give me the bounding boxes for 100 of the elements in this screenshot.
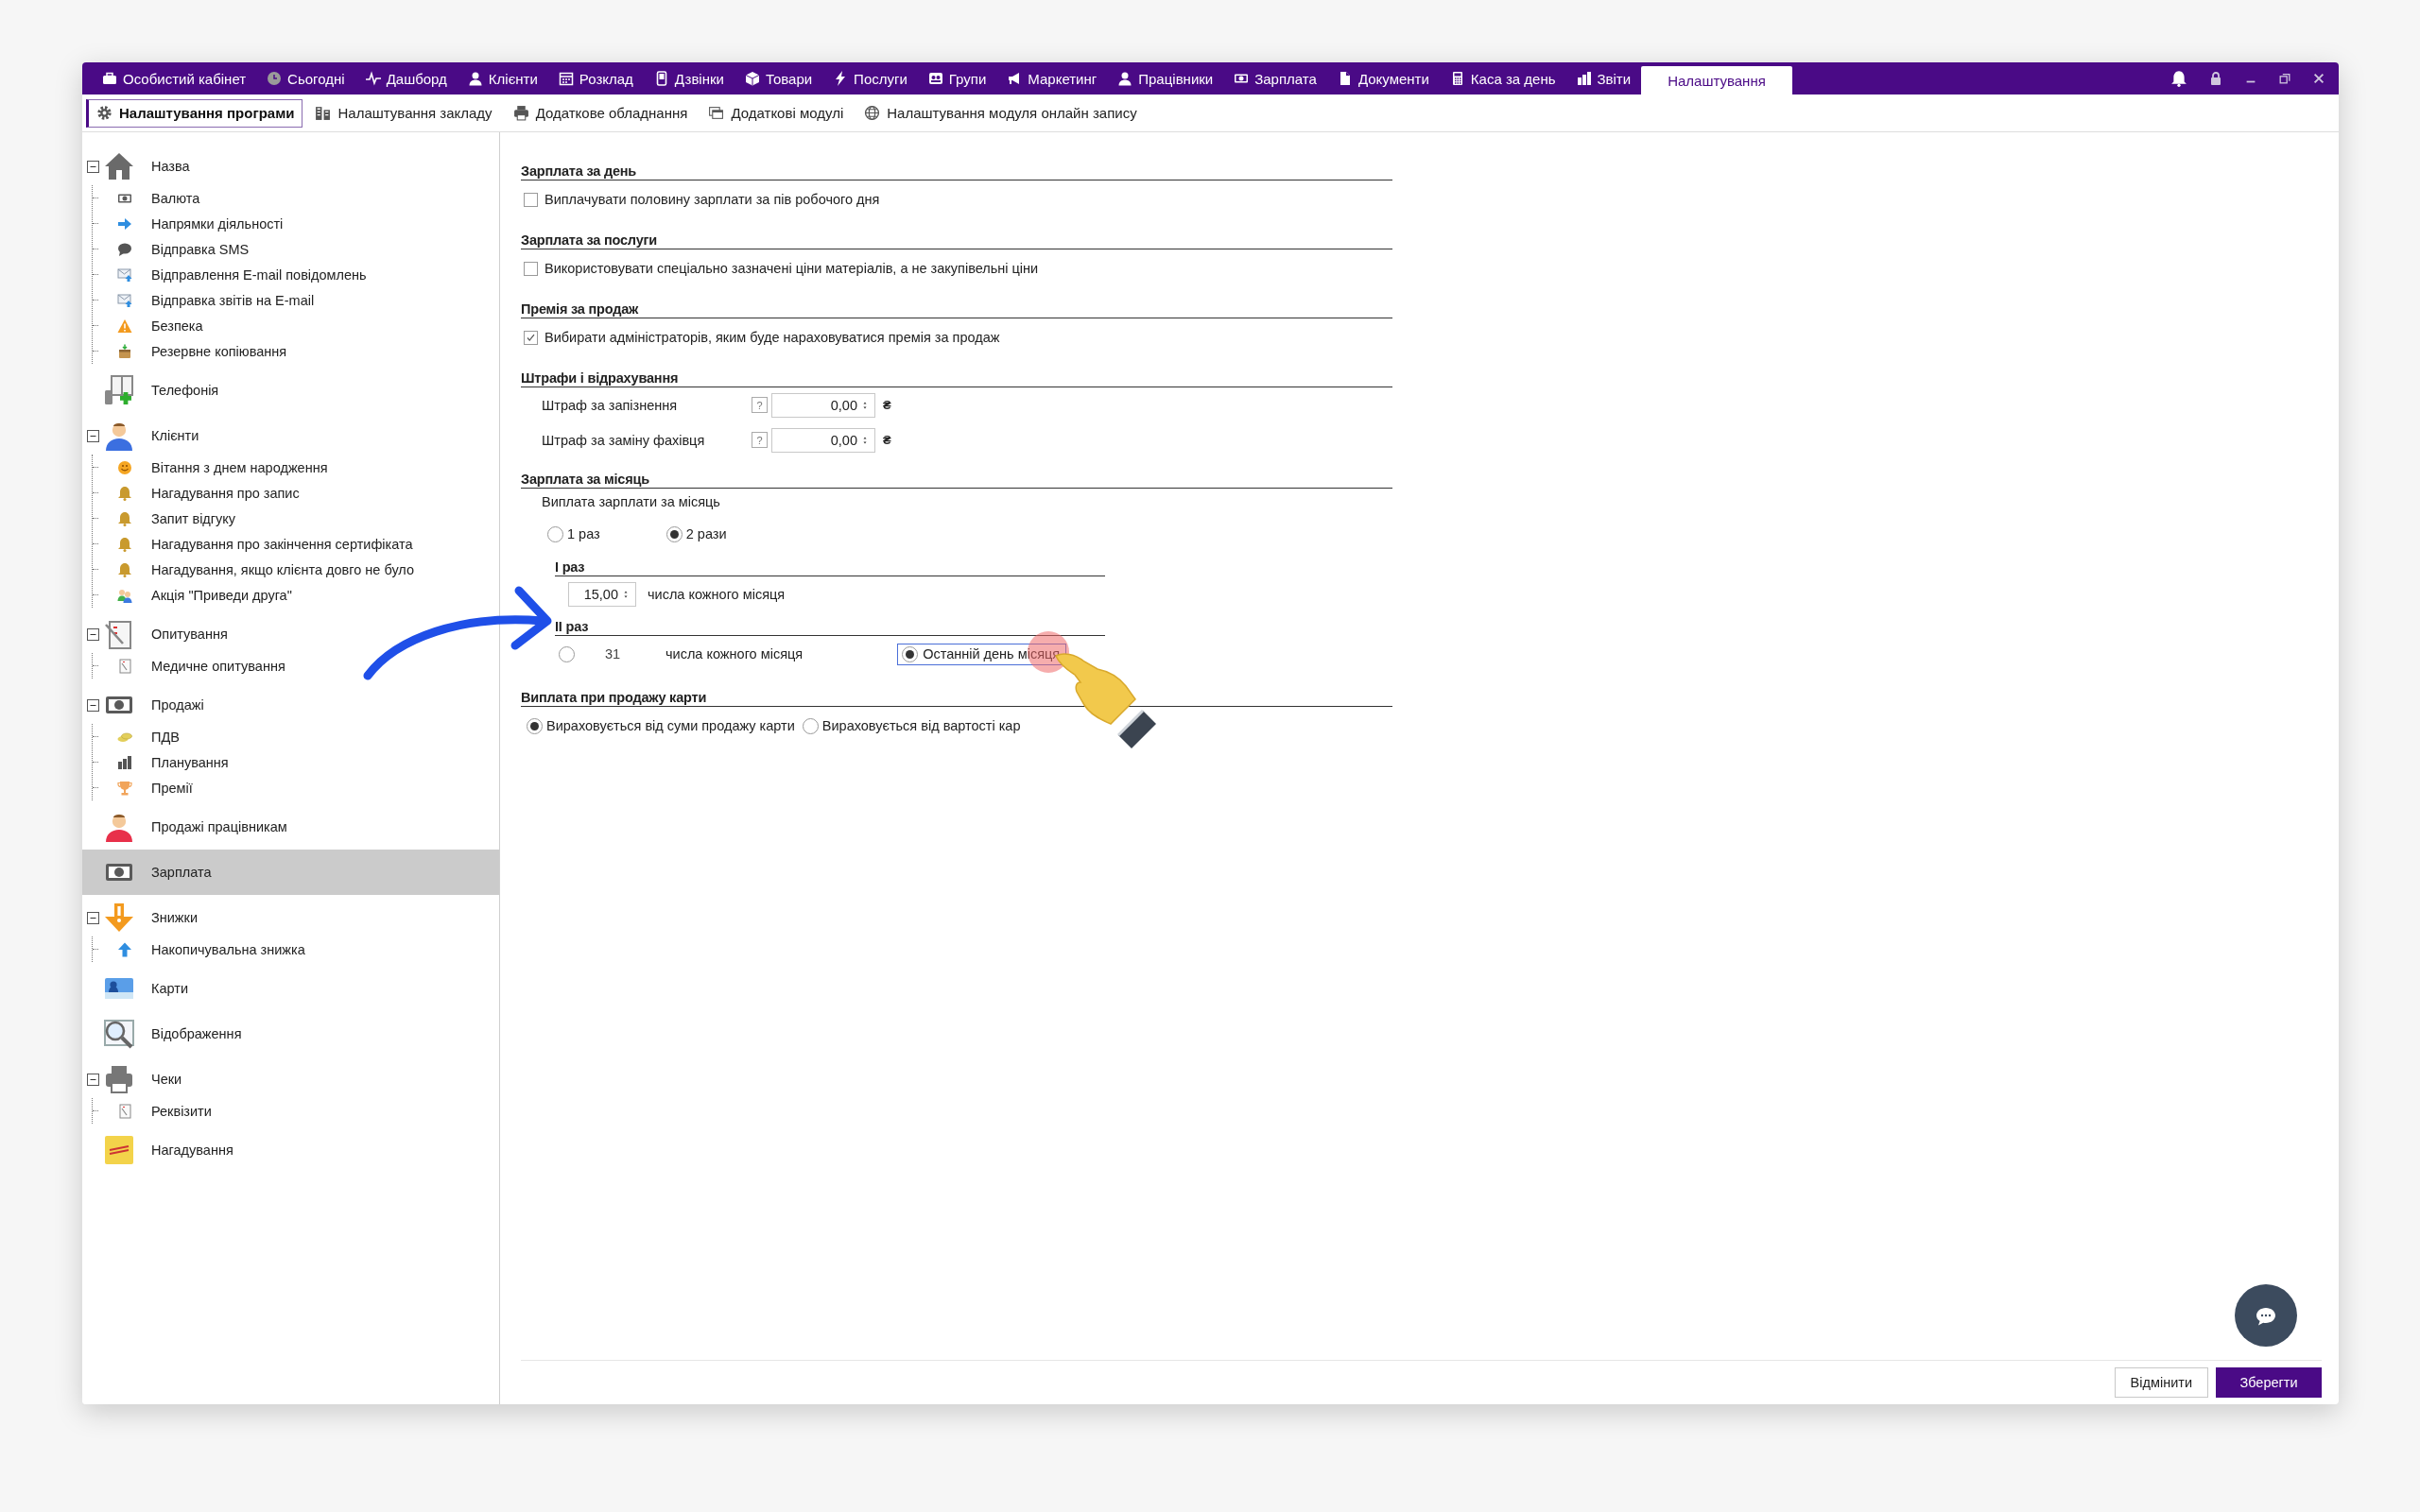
checkbox-label[interactable]: Використовувати спеціально зазначені ціни матеріалів, а не закупівельні ціни: [544, 261, 1039, 276]
radio-label[interactable]: Вираховується від суми продажу карти: [546, 718, 795, 733]
help-button[interactable]: ?: [752, 432, 768, 448]
radio-label[interactable]: 2 рази: [685, 526, 727, 541]
nav-tab[interactable]: Розклад: [547, 62, 644, 94]
tree-item[interactable]: Безпека: [93, 313, 499, 338]
nav-tab[interactable]: Каса за день: [1439, 62, 1566, 94]
tree-item[interactable]: Відправлення E-mail повідомлень: [93, 262, 499, 287]
radio-label[interactable]: Вираховується від вартості кар: [821, 718, 1021, 733]
nav-tab[interactable]: Зарплата: [1223, 62, 1327, 94]
package-icon: [117, 343, 132, 359]
checkbox-label[interactable]: Вибирати адміністраторів, яким буде нараховуватися премія за продаж: [544, 330, 1000, 345]
section-title: Виплата при продажу карти: [521, 689, 707, 706]
person-icon: [104, 421, 134, 451]
nav-tab[interactable]: Послуги: [822, 62, 918, 94]
radio-button[interactable]: [666, 525, 683, 542]
cancel-button[interactable]: Відмінити: [2114, 1367, 2208, 1398]
clock-icon: [267, 71, 283, 86]
radio-button[interactable]: [547, 525, 563, 542]
paper-icon: [117, 658, 132, 674]
radio-button[interactable]: [902, 645, 919, 662]
radio-button[interactable]: [802, 717, 819, 734]
nav-tab[interactable]: Товари: [734, 62, 823, 94]
section-title: Зарплата за послуги: [521, 232, 658, 249]
number-field[interactable]: 15,00: [568, 582, 636, 607]
tree-item[interactable]: Нагадування про запис: [93, 480, 499, 506]
building-icon: [315, 105, 332, 121]
radio-label[interactable]: 1 раз: [567, 526, 600, 541]
tree-item[interactable]: Накопичувальна знижка: [93, 936, 499, 962]
collapse-toggle[interactable]: [87, 698, 99, 712]
nav-tab[interactable]: Звіти: [1565, 62, 1642, 94]
tree-item[interactable]: Акція "Приведи друга": [93, 582, 499, 608]
nav-tab[interactable]: Клієнти: [457, 62, 548, 94]
tree-item[interactable]: Відправка SMS: [93, 236, 499, 262]
tree-item[interactable]: Телефонія: [82, 368, 499, 413]
collapse-toggle[interactable]: [87, 627, 99, 641]
settings-tab[interactable]: Налаштування програми: [86, 98, 303, 128]
nav-tab[interactable]: Групи: [917, 62, 997, 94]
tree-item[interactable]: Нагадування про закінчення сертифіката: [93, 531, 499, 557]
nav-tab[interactable]: Особистий кабінет: [92, 62, 257, 94]
nav-tab[interactable]: Сьогодні: [256, 62, 355, 94]
nav-tab[interactable]: Дашборд: [354, 62, 458, 94]
bell-icon: [117, 485, 132, 501]
collapse-toggle[interactable]: [87, 429, 99, 442]
tree-item[interactable]: Нагадування: [82, 1127, 499, 1173]
pulse-icon: [365, 71, 381, 86]
collapse-toggle[interactable]: [87, 1073, 99, 1086]
checkbox-label[interactable]: Виплачувати половину зарплати за пів робочого дня: [544, 192, 880, 207]
subsection-title: I раз: [555, 558, 585, 576]
arrow-down-icon: [104, 902, 134, 933]
tree-item[interactable]: Запит відгуку: [93, 506, 499, 531]
tree-item[interactable]: Відправка звітів на E-mail: [93, 287, 499, 313]
collapse-toggle[interactable]: [87, 160, 99, 173]
tree-item[interactable]: Продажі працівникам: [82, 804, 499, 850]
nav-tab[interactable]: Дзвінки: [643, 62, 735, 94]
tree-item[interactable]: Планування: [93, 749, 499, 775]
help-button[interactable]: ?: [752, 397, 768, 413]
tree-item[interactable]: Реквізити: [93, 1098, 499, 1124]
currency-symbol: ₴: [883, 398, 891, 412]
section-title: Зарплата за місяць: [521, 471, 649, 488]
settings-tab[interactable]: Додаткове обладнання: [504, 98, 697, 128]
number-field[interactable]: 0,00: [771, 392, 875, 418]
magnifier-icon: [104, 1019, 134, 1049]
settings-tab[interactable]: Налаштування закладу: [306, 98, 501, 128]
nav-tab[interactable]: Працівники: [1107, 62, 1224, 94]
nav-tab[interactable]: Налаштування: [1641, 66, 1792, 94]
restore-icon[interactable]: [2278, 72, 2291, 85]
gear-icon: [96, 105, 112, 121]
collapse-toggle[interactable]: [87, 911, 99, 924]
briefcase-icon: [102, 71, 117, 86]
calendar-icon: [558, 71, 574, 86]
settings-tab[interactable]: Налаштування модуля онлайн запису: [856, 98, 1146, 128]
tree-item[interactable]: Резервне копіювання: [93, 338, 499, 364]
tree-item[interactable]: Нагадування, якщо клієнта довго не було: [93, 557, 499, 582]
radio-button[interactable]: [559, 645, 575, 662]
user-icon: [1117, 71, 1133, 86]
tree-item[interactable]: Напрямки діяльності: [93, 211, 499, 236]
tree-item[interactable]: Премії: [93, 775, 499, 800]
nav-tab[interactable]: Документи: [1326, 62, 1440, 94]
lock-icon[interactable]: [2208, 71, 2223, 86]
number-field[interactable]: 0,00: [771, 427, 875, 453]
arrow-right-icon: [117, 215, 132, 232]
radio-button[interactable]: [527, 717, 543, 734]
settings-tab[interactable]: Додаткові модулі: [700, 98, 853, 128]
bell-icon: [117, 561, 132, 577]
save-button[interactable]: Зберегти: [2216, 1367, 2322, 1398]
checkbox[interactable]: [524, 261, 538, 276]
nav-tab[interactable]: Маркетинг: [996, 62, 1108, 94]
checkbox[interactable]: [524, 192, 538, 207]
tree-item[interactable]: Відображення: [82, 1011, 499, 1057]
close-icon[interactable]: [2312, 72, 2325, 85]
tree-item[interactable]: Медичне опитування: [93, 653, 499, 679]
clipboard-icon: [104, 619, 134, 649]
tree-item[interactable]: Зарплата: [82, 850, 499, 895]
windows-icon: [708, 105, 725, 121]
bell-icon[interactable]: [2170, 70, 2187, 87]
tree-item[interactable]: Карти: [82, 966, 499, 1011]
checkbox[interactable]: [524, 330, 538, 345]
people-icon: [117, 587, 132, 603]
smiley-icon: [117, 459, 132, 475]
